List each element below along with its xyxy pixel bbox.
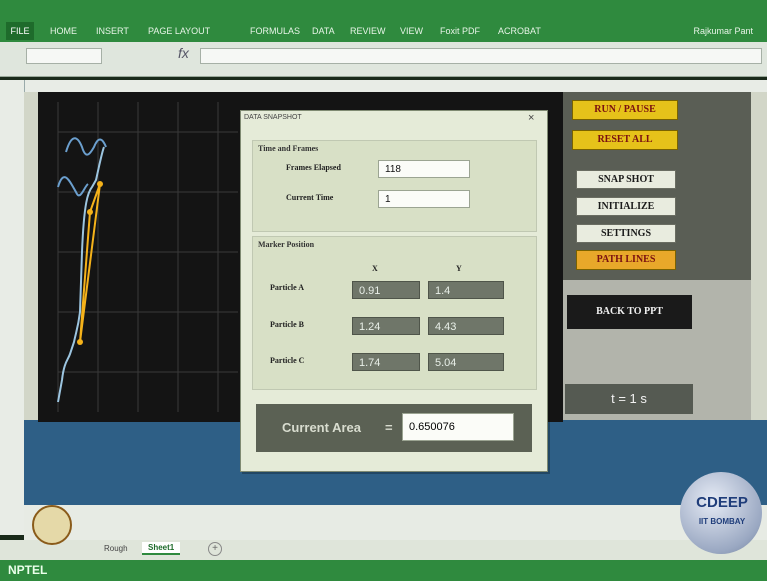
time-frames-label: Time and Frames — [258, 144, 319, 153]
frames-elapsed-label: Frames Elapsed — [286, 163, 341, 172]
nptel-brand: NPTEL — [8, 563, 48, 577]
current-area-label: Current Area — [282, 420, 361, 435]
current-time-label: Current Time — [286, 193, 334, 202]
file-tab[interactable]: FILE — [6, 22, 34, 40]
settings-button[interactable]: SETTINGS — [576, 224, 676, 243]
tab-review[interactable]: REVIEW — [350, 26, 386, 36]
worksheet-lower[interactable] — [24, 505, 767, 540]
reset-all-button[interactable]: RESET ALL — [572, 130, 678, 150]
frames-elapsed-field[interactable]: 118 — [378, 160, 470, 178]
particle-a-y-field[interactable]: 1.4 — [428, 281, 504, 299]
equals-sign: = — [385, 420, 393, 435]
add-sheet-icon[interactable]: + — [208, 542, 222, 556]
particle-c-x-field[interactable]: 1.74 — [352, 353, 420, 371]
particle-b-marker — [87, 209, 93, 215]
particle-c-label: Particle C — [270, 356, 305, 365]
tab-home[interactable]: HOME — [50, 26, 77, 36]
name-box[interactable] — [26, 48, 102, 64]
time-frames-group — [252, 140, 537, 232]
back-to-ppt-button[interactable]: BACK TO PPT — [567, 295, 692, 329]
initialize-button[interactable]: INITIALIZE — [576, 197, 676, 216]
close-icon[interactable]: × — [528, 112, 534, 124]
ribbon-tab-bar: HOME INSERT PAGE LAYOUT FORMULAS DATA RE… — [0, 22, 767, 42]
status-bar — [0, 560, 767, 581]
path-lines-button[interactable]: PATH LINES — [576, 250, 676, 270]
particle-a-marker — [77, 339, 83, 345]
particle-b-y-field[interactable]: 4.43 — [428, 317, 504, 335]
title-bar — [0, 0, 767, 22]
cdeep-logo — [680, 472, 762, 554]
tab-page-layout[interactable]: PAGE LAYOUT — [148, 26, 210, 36]
particle-a-x-field[interactable]: 0.91 — [352, 281, 420, 299]
current-time-field[interactable]: 1 — [378, 190, 470, 208]
particle-c-y-field[interactable]: 5.04 — [428, 353, 504, 371]
row-header — [0, 80, 25, 535]
column-y-label: Y — [456, 264, 462, 273]
snap-shot-button[interactable]: SNAP SHOT — [576, 170, 676, 189]
sheet-tab-sheet1[interactable]: Sheet1 — [142, 542, 181, 555]
column-x-label: X — [372, 264, 378, 273]
plot-grid — [57, 102, 238, 412]
particle-path-curve — [57, 146, 105, 403]
marker-position-label: Marker Position — [258, 240, 315, 249]
tab-view[interactable]: VIEW — [400, 26, 423, 36]
cdeep-logo-title: CDEEP — [696, 494, 748, 511]
tab-insert[interactable]: INSERT — [96, 26, 129, 36]
area-triangle — [79, 183, 101, 343]
institute-logo-icon — [32, 505, 72, 545]
time-readout: t = 1 s — [565, 384, 693, 414]
cdeep-logo-subtitle: IIT BOMBAY — [698, 517, 746, 526]
tab-foxit-pdf[interactable]: Foxit PDF — [440, 26, 480, 36]
user-name[interactable]: Rajkumar Pant — [693, 26, 753, 36]
column-header — [24, 80, 767, 92]
fx-icon[interactable]: fx — [178, 45, 189, 61]
dialog-title: DATA SNAPSHOT — [244, 114, 302, 121]
particle-c-marker — [97, 181, 103, 187]
sheet-tab-bar: Rough Sheet1 + — [0, 540, 767, 560]
particle-path-upper — [65, 137, 107, 156]
run-pause-button[interactable]: RUN / PAUSE — [572, 100, 678, 120]
particle-path-mid — [57, 176, 89, 197]
tab-formulas[interactable]: FORMULAS — [250, 26, 300, 36]
current-area-field[interactable]: 0.650076 — [402, 413, 514, 441]
tab-acrobat[interactable]: ACROBAT — [498, 26, 541, 36]
sheet-tab-rough[interactable]: Rough — [104, 544, 128, 553]
particle-b-label: Particle B — [270, 320, 304, 329]
tab-data[interactable]: DATA — [312, 26, 335, 36]
formula-input[interactable] — [200, 48, 762, 64]
particle-a-label: Particle A — [270, 283, 304, 292]
particle-b-x-field[interactable]: 1.24 — [352, 317, 420, 335]
